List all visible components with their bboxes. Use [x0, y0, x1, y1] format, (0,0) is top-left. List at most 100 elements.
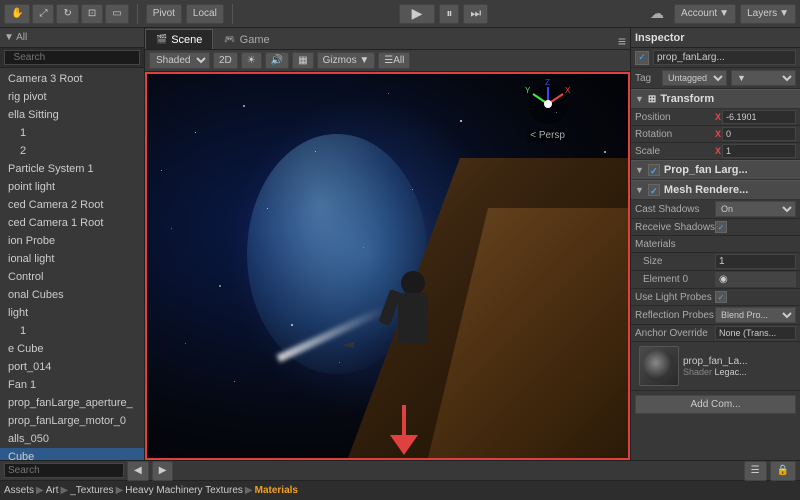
inspector-title: Inspector	[635, 32, 685, 44]
cast-shadows-select[interactable]: On Off Two Sided Shadows Only	[715, 201, 796, 217]
shaded-select[interactable]: Shaded	[149, 52, 210, 69]
scene-tabs: 🎬 Scene 🎮 Game ≡	[145, 28, 630, 50]
audio-btn[interactable]: 🔊	[265, 52, 289, 69]
transform-header[interactable]: ▼ ⊞ Transform	[631, 89, 800, 109]
hierarchy-search-input[interactable]	[4, 50, 140, 65]
list-item[interactable]: Control	[0, 268, 144, 286]
tag-select[interactable]: Untagged	[662, 70, 727, 86]
breadcrumb-textures[interactable]: _Textures	[70, 485, 113, 496]
hand-tool-btn[interactable]: ✋	[4, 4, 30, 24]
list-item[interactable]: 1	[0, 124, 144, 142]
local-btn[interactable]: Local	[186, 4, 224, 24]
list-item[interactable]: prop_fanLarge_aperture_	[0, 394, 144, 412]
prop-fan-header[interactable]: ▼ Prop_fan Larg...	[631, 160, 800, 180]
mesh-renderer-checkbox[interactable]	[648, 184, 660, 196]
element0-row: Element 0 ◉	[631, 271, 800, 289]
list-item[interactable]: ional light	[0, 250, 144, 268]
materials-row: Materials	[631, 236, 800, 253]
list-item[interactable]: ion Probe	[0, 232, 144, 250]
reflection-probes-select[interactable]: Blend Pro...	[715, 307, 796, 323]
list-item[interactable]: rig pivot	[0, 88, 144, 106]
list-item[interactable]: light	[0, 304, 144, 322]
move-tool-btn[interactable]: ⤢	[32, 4, 54, 24]
pause-btn[interactable]: ⏸	[439, 4, 459, 24]
anchor-override-value[interactable]: None (Trans...	[715, 326, 796, 340]
material-info: prop_fan_La... Shader Legac...	[683, 356, 796, 377]
sep-1	[137, 4, 138, 24]
tab-options-btn[interactable]: ≡	[614, 33, 630, 49]
layer-select[interactable]: ▼	[731, 70, 796, 86]
cloud-icon: ☁	[650, 5, 664, 22]
gizmos-btn[interactable]: Gizmos ▼	[317, 52, 376, 69]
all-btn[interactable]: ☰All	[378, 52, 410, 69]
step-btn[interactable]: ⏭	[463, 4, 488, 24]
list-item[interactable]: port_014	[0, 358, 144, 376]
layers-btn[interactable]: Layers ▼	[740, 4, 796, 24]
rotate-tool-btn[interactable]: ↻	[56, 4, 78, 24]
list-item[interactable]: 2	[0, 142, 144, 160]
position-x-prefix: X	[715, 112, 721, 122]
svg-text:Z: Z	[545, 79, 550, 87]
pivot-btn[interactable]: Pivot	[146, 4, 182, 24]
size-value[interactable]: 1	[715, 254, 796, 269]
list-item[interactable]: onal Cubes	[0, 286, 144, 304]
anchor-override-row: Anchor Override None (Trans...	[631, 325, 800, 342]
list-item[interactable]: ella Sitting	[0, 106, 144, 124]
breadcrumb-art[interactable]: Art	[46, 485, 59, 496]
element0-label: Element 0	[635, 274, 715, 285]
list-item[interactable]: ced Camera 2 Root	[0, 196, 144, 214]
list-item[interactable]: ced Camera 1 Root	[0, 214, 144, 232]
position-x-value[interactable]: -6.1901	[722, 110, 796, 124]
add-component-btn[interactable]: Add Com...	[635, 395, 796, 414]
list-item[interactable]: alls_050	[0, 430, 144, 448]
use-light-probes-checkbox[interactable]: ✓	[715, 291, 727, 303]
image-btn[interactable]: ▦	[292, 52, 313, 69]
play-btn[interactable]: ▶	[399, 4, 436, 24]
list-item[interactable]: Particle System 1	[0, 160, 144, 178]
bottom-view-btn[interactable]: ☰	[744, 461, 767, 481]
mesh-renderer-label: Mesh Rendere...	[664, 184, 748, 196]
breadcrumb-assets[interactable]: Assets	[4, 485, 34, 496]
bottom-forward-btn[interactable]: ▶	[152, 461, 174, 481]
game-tab-label: Game	[240, 34, 270, 46]
light-btn[interactable]: ☀	[241, 52, 262, 69]
2d-btn[interactable]: 2D	[213, 52, 238, 69]
rect-tool-btn[interactable]: ▭	[105, 4, 128, 24]
list-item[interactable]: 1	[0, 322, 144, 340]
hierarchy-header: ▼ All	[0, 28, 144, 48]
list-item[interactable]: prop_fanLarge_motor_0	[0, 412, 144, 430]
list-item[interactable]: point light	[0, 178, 144, 196]
scale-x-value[interactable]: 1	[722, 144, 796, 158]
breadcrumb-sep-4: ▶	[245, 485, 253, 496]
list-item[interactable]: Camera 3 Root	[0, 70, 144, 88]
anchor-override-label: Anchor Override	[635, 328, 715, 339]
hierarchy-panel: ▼ All Camera 3 Root rig pivot ella Sitti…	[0, 28, 145, 460]
tab-scene[interactable]: 🎬 Scene	[145, 29, 213, 49]
position-xyz: X -6.1901	[715, 110, 796, 124]
receive-shadows-checkbox[interactable]: ✓	[715, 221, 727, 233]
scale-tool-btn[interactable]: ⊡	[81, 4, 103, 24]
tab-game[interactable]: 🎮 Game	[213, 29, 280, 49]
prop-fan-checkbox[interactable]	[648, 164, 660, 176]
list-item[interactable]: e Cube	[0, 340, 144, 358]
element0-value[interactable]: ◉	[715, 272, 796, 287]
game-tab-icon: 🎮	[224, 34, 235, 45]
size-label: Size	[635, 256, 715, 267]
bottom-search-input[interactable]	[4, 463, 124, 478]
account-btn[interactable]: Account ▼	[674, 4, 736, 24]
breadcrumb-heavy[interactable]: Heavy Machinery Textures	[125, 485, 243, 496]
svg-text:Y: Y	[525, 86, 531, 95]
obj-name-input[interactable]	[653, 50, 796, 65]
bottom-back-btn[interactable]: ◀	[127, 461, 149, 481]
scale-xyz: X 1	[715, 144, 796, 158]
list-item-cube[interactable]: Cube	[0, 448, 144, 460]
list-item[interactable]: Fan 1	[0, 376, 144, 394]
mesh-renderer-header[interactable]: ▼ Mesh Rendere...	[631, 180, 800, 200]
obj-active-checkbox[interactable]: ✓	[635, 51, 649, 65]
transform-icon: ⊞	[648, 94, 656, 105]
rotation-x-value[interactable]: 0	[722, 127, 796, 141]
scale-x-prefix: X	[715, 146, 721, 156]
breadcrumb-materials[interactable]: Materials	[255, 485, 298, 496]
scene-toolbar: Shaded 2D ☀ 🔊 ▦ Gizmos ▼ ☰All	[145, 50, 630, 72]
bottom-lock-btn[interactable]: 🔒	[770, 461, 796, 481]
